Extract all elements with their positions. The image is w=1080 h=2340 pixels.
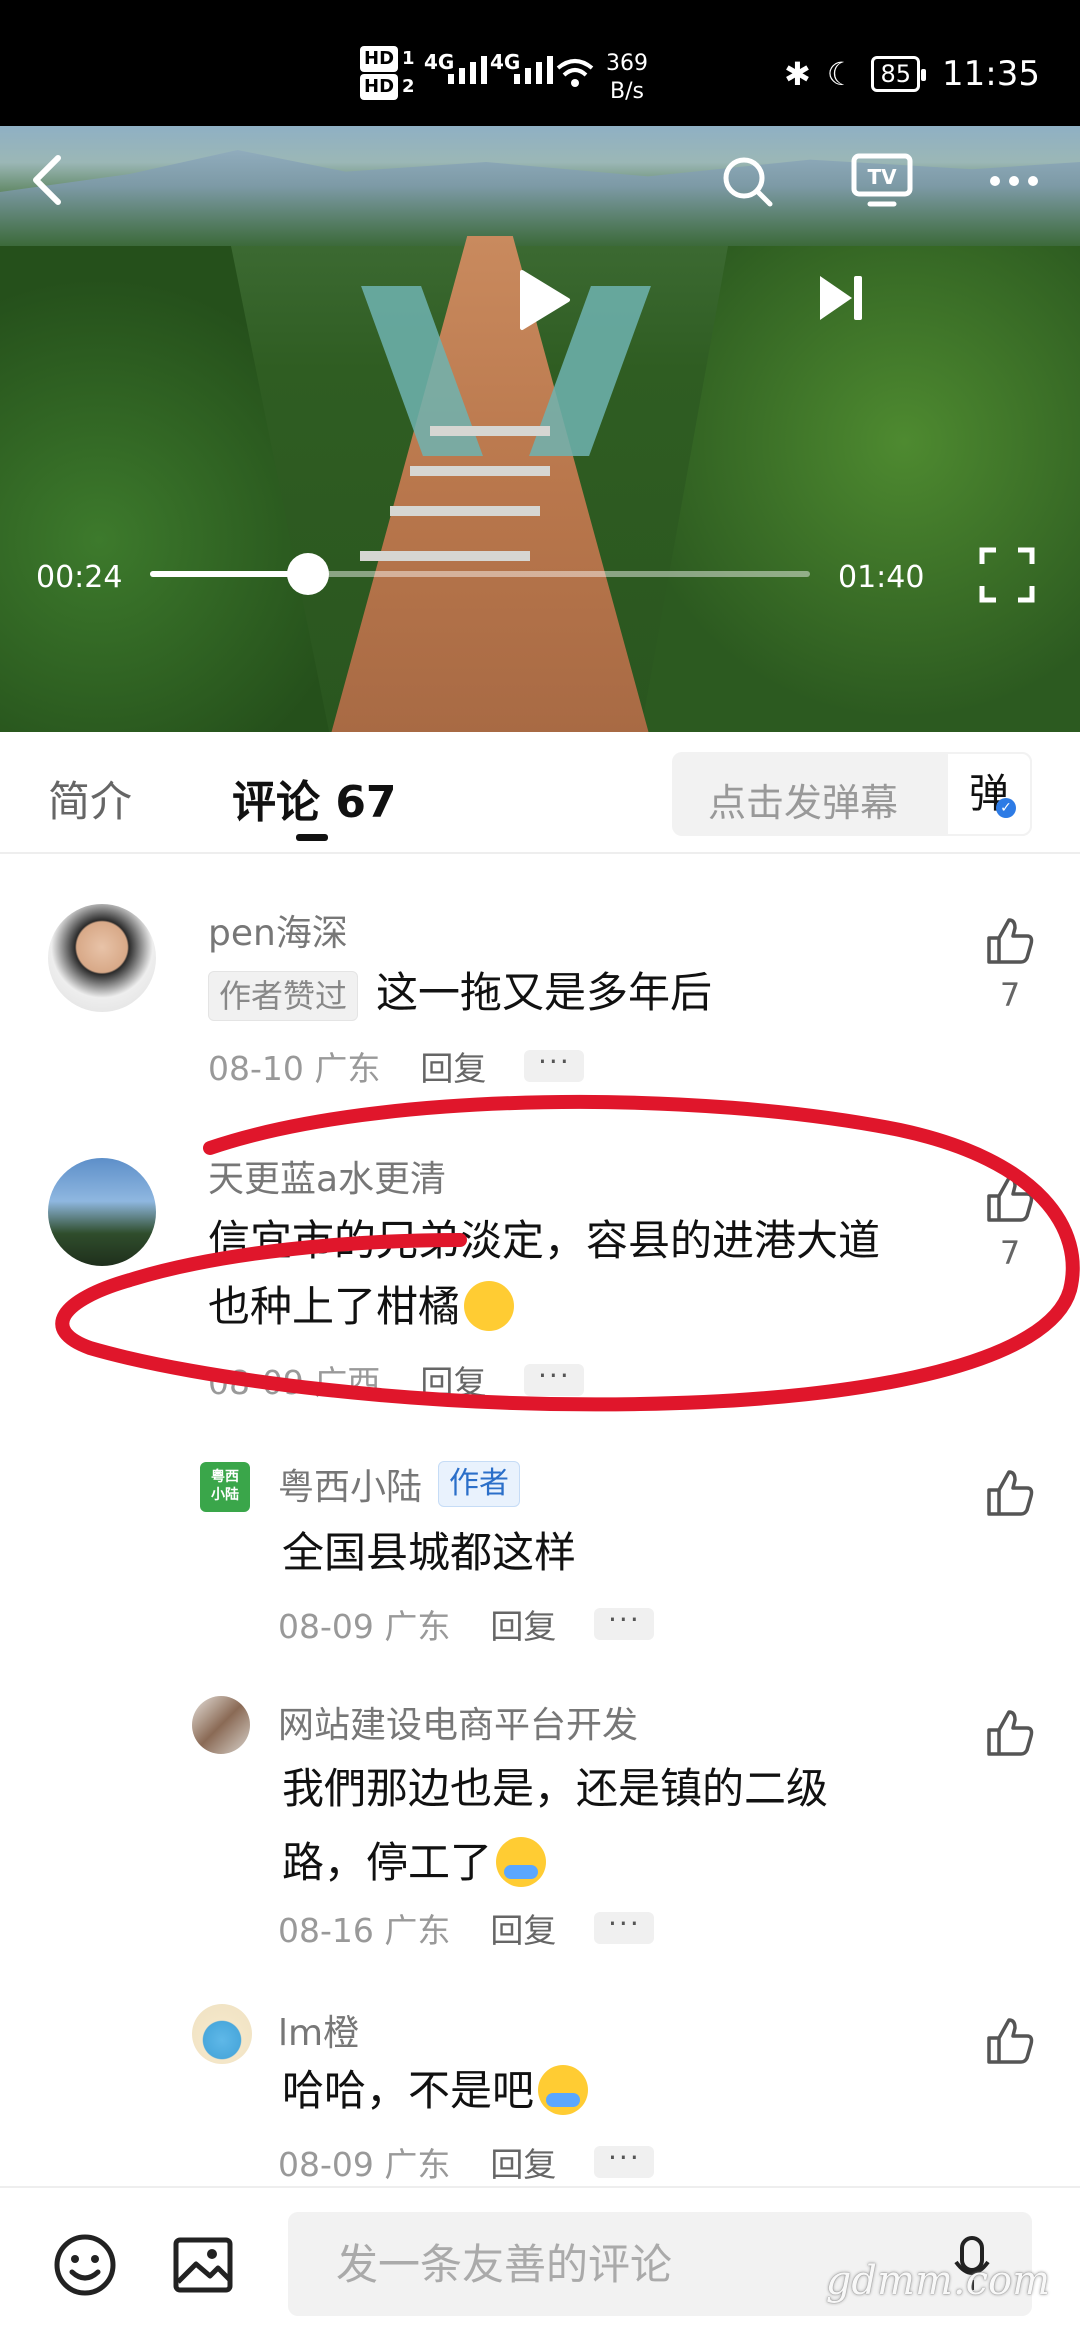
- search-icon[interactable]: [720, 154, 776, 210]
- battery-indicator: 85: [871, 56, 926, 92]
- reply-text-line2: 路，停工了: [282, 1838, 493, 1887]
- comment-text: 信宜市的兄弟淡定，容县的进港大道: [208, 1216, 881, 1265]
- reply-button[interactable]: 回复: [420, 1356, 486, 1404]
- video-player[interactable]: TV 00:24 01:40: [0, 126, 1080, 732]
- avatar[interactable]: [192, 2004, 252, 2064]
- bluetooth-icon: ✱: [783, 55, 811, 93]
- thumbs-up-icon: [987, 1470, 1034, 1516]
- fullscreen-icon[interactable]: [978, 546, 1036, 604]
- avatar-text: 粤西 小陆: [211, 1469, 239, 1503]
- tab-intro[interactable]: 简介: [48, 768, 132, 829]
- avatar[interactable]: [48, 1158, 156, 1266]
- avatar[interactable]: 粤西 小陆: [200, 1462, 250, 1512]
- comment-username[interactable]: 天更蓝a水更清: [208, 1150, 446, 1202]
- svg-text:TV: TV: [867, 165, 897, 189]
- comment-text-line2: 也种上了柑橘: [208, 1282, 461, 1331]
- comment-username[interactable]: pen海深: [208, 904, 348, 956]
- danmu-toggle-button[interactable]: 弹 ✓: [946, 752, 1032, 836]
- crying-laughing-emoji-icon: [496, 1837, 547, 1887]
- video-frame-bridge: [390, 506, 540, 516]
- like-count: 7: [999, 976, 1021, 1014]
- back-icon[interactable]: [28, 152, 68, 208]
- reply-date-location: 08-09 广东: [278, 2145, 451, 2184]
- reply-text: 我們那边也是，还是镇的二级: [282, 1764, 829, 1813]
- signal-bars-2-icon: [514, 56, 553, 84]
- like-button[interactable]: 7: [980, 914, 1040, 1014]
- reply-button[interactable]: 回复: [420, 1042, 486, 1090]
- reply-text: 全国县城都这样: [282, 1528, 577, 1577]
- crying-laughing-emoji-icon: [538, 2065, 589, 2115]
- network-speed: 369 B/s: [606, 51, 648, 104]
- video-total-time: 01:40: [838, 560, 925, 595]
- reply-more-button[interactable]: ···: [594, 1606, 655, 1640]
- image-picker-icon[interactable]: [168, 2230, 238, 2300]
- video-progress-fill: [150, 571, 309, 577]
- moon-icon: ☾: [826, 55, 856, 93]
- video-frame-forest: [0, 246, 330, 732]
- danmu-input[interactable]: 点击发弹幕 弹 ✓: [672, 752, 1032, 836]
- like-button[interactable]: 7: [980, 1172, 1040, 1272]
- thumbs-up-icon: [987, 1176, 1034, 1222]
- reply-username[interactable]: 网站建设电商平台开发: [278, 1696, 638, 1748]
- emoji-picker-icon[interactable]: [50, 2230, 120, 2300]
- comment-date-location: 08-10 广东: [208, 1049, 381, 1088]
- reply-date-location: 08-09 广东: [278, 1607, 451, 1646]
- thumbs-up-icon: [987, 918, 1034, 964]
- comment-more-button[interactable]: ···: [524, 1048, 585, 1082]
- wifi-icon: [556, 59, 594, 87]
- comment-input[interactable]: [288, 2212, 908, 2316]
- play-icon[interactable]: [514, 266, 574, 334]
- avatar[interactable]: [192, 1696, 250, 1754]
- status-bar: HD 1 HD 2 4G 4G 369 B/s ✱ ☾ 85 11:35: [0, 0, 1080, 126]
- thumbs-up-icon: [987, 2018, 1034, 2064]
- watermark: gdmm.com: [825, 2258, 1050, 2304]
- comment-text: 这一拖又是多年后: [376, 968, 713, 1017]
- avatar[interactable]: [48, 904, 156, 1012]
- like-button[interactable]: [980, 1706, 1040, 1764]
- reply-text: 哈哈，不是吧: [282, 2066, 535, 2115]
- author-badge: 作者: [438, 1461, 521, 1507]
- next-icon[interactable]: [816, 272, 866, 324]
- danmu-placeholder: 点击发弹幕: [708, 781, 899, 825]
- tab-active-indicator: [296, 834, 328, 841]
- like-count: 7: [999, 1234, 1021, 1272]
- sleepy-emoji-icon: [464, 1281, 515, 1331]
- signal-bars-1-icon: [448, 56, 487, 84]
- video-frame-bridge: [430, 426, 550, 436]
- reply-button[interactable]: 回复: [490, 1904, 556, 1952]
- tab-bar: 简介 评论 67 点击发弹幕 弹 ✓: [0, 732, 1080, 854]
- tv-cast-icon[interactable]: TV: [850, 152, 914, 210]
- video-frame-mountains: [0, 150, 1080, 246]
- more-icon[interactable]: [988, 174, 1040, 188]
- reply-more-button[interactable]: ···: [594, 1910, 655, 1944]
- reply-date-location: 08-16 广东: [278, 1911, 451, 1950]
- author-liked-badge: 作者赞过: [208, 971, 359, 1021]
- thumbs-up-icon: [987, 1710, 1034, 1756]
- reply-button[interactable]: 回复: [490, 2138, 556, 2186]
- reply-username[interactable]: 粤西小陆: [278, 1458, 422, 1510]
- like-button[interactable]: [980, 1466, 1040, 1524]
- video-current-time: 00:24: [36, 560, 123, 595]
- hd-indicator: HD 1 HD 2: [360, 44, 419, 100]
- comment-more-button[interactable]: ···: [524, 1362, 585, 1396]
- reply-more-button[interactable]: ···: [594, 2144, 655, 2178]
- tab-comments[interactable]: 评论 67: [232, 766, 397, 830]
- reply-username[interactable]: lm橙: [278, 2004, 359, 2056]
- check-icon: ✓: [996, 798, 1016, 818]
- video-frame-bridge: [360, 551, 530, 561]
- video-progress-bar[interactable]: [150, 553, 810, 595]
- reply-button[interactable]: 回复: [490, 1600, 556, 1648]
- comment-date-location: 08-09 广西: [208, 1363, 381, 1402]
- video-progress-handle[interactable]: [287, 553, 330, 595]
- clock: 11:35: [942, 54, 1040, 94]
- like-button[interactable]: [980, 2014, 1040, 2072]
- video-frame-bridge: [410, 466, 550, 476]
